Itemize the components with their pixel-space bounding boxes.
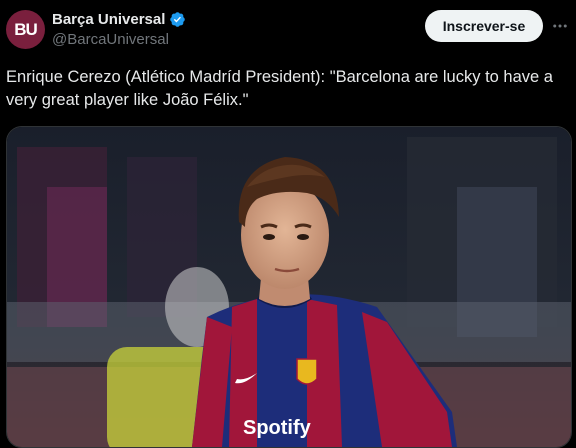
- tweet-photo[interactable]: Spotify: [6, 126, 572, 448]
- follow-button[interactable]: Inscrever-se: [425, 10, 543, 42]
- avatar[interactable]: BU: [6, 10, 45, 49]
- author-name-row: Barça Universal: [52, 11, 186, 28]
- author-handle[interactable]: @BarcaUniversal: [52, 31, 169, 48]
- player-photo-illustration: Spotify: [7, 127, 571, 447]
- ellipsis-icon[interactable]: [548, 14, 572, 38]
- shirt-sponsor-text: Spotify: [243, 417, 312, 439]
- tweet-text: Enrique Cerezo (Atlético Madríd Presiden…: [6, 68, 553, 109]
- display-name[interactable]: Barça Universal: [52, 11, 165, 28]
- verified-badge-icon: [169, 11, 186, 28]
